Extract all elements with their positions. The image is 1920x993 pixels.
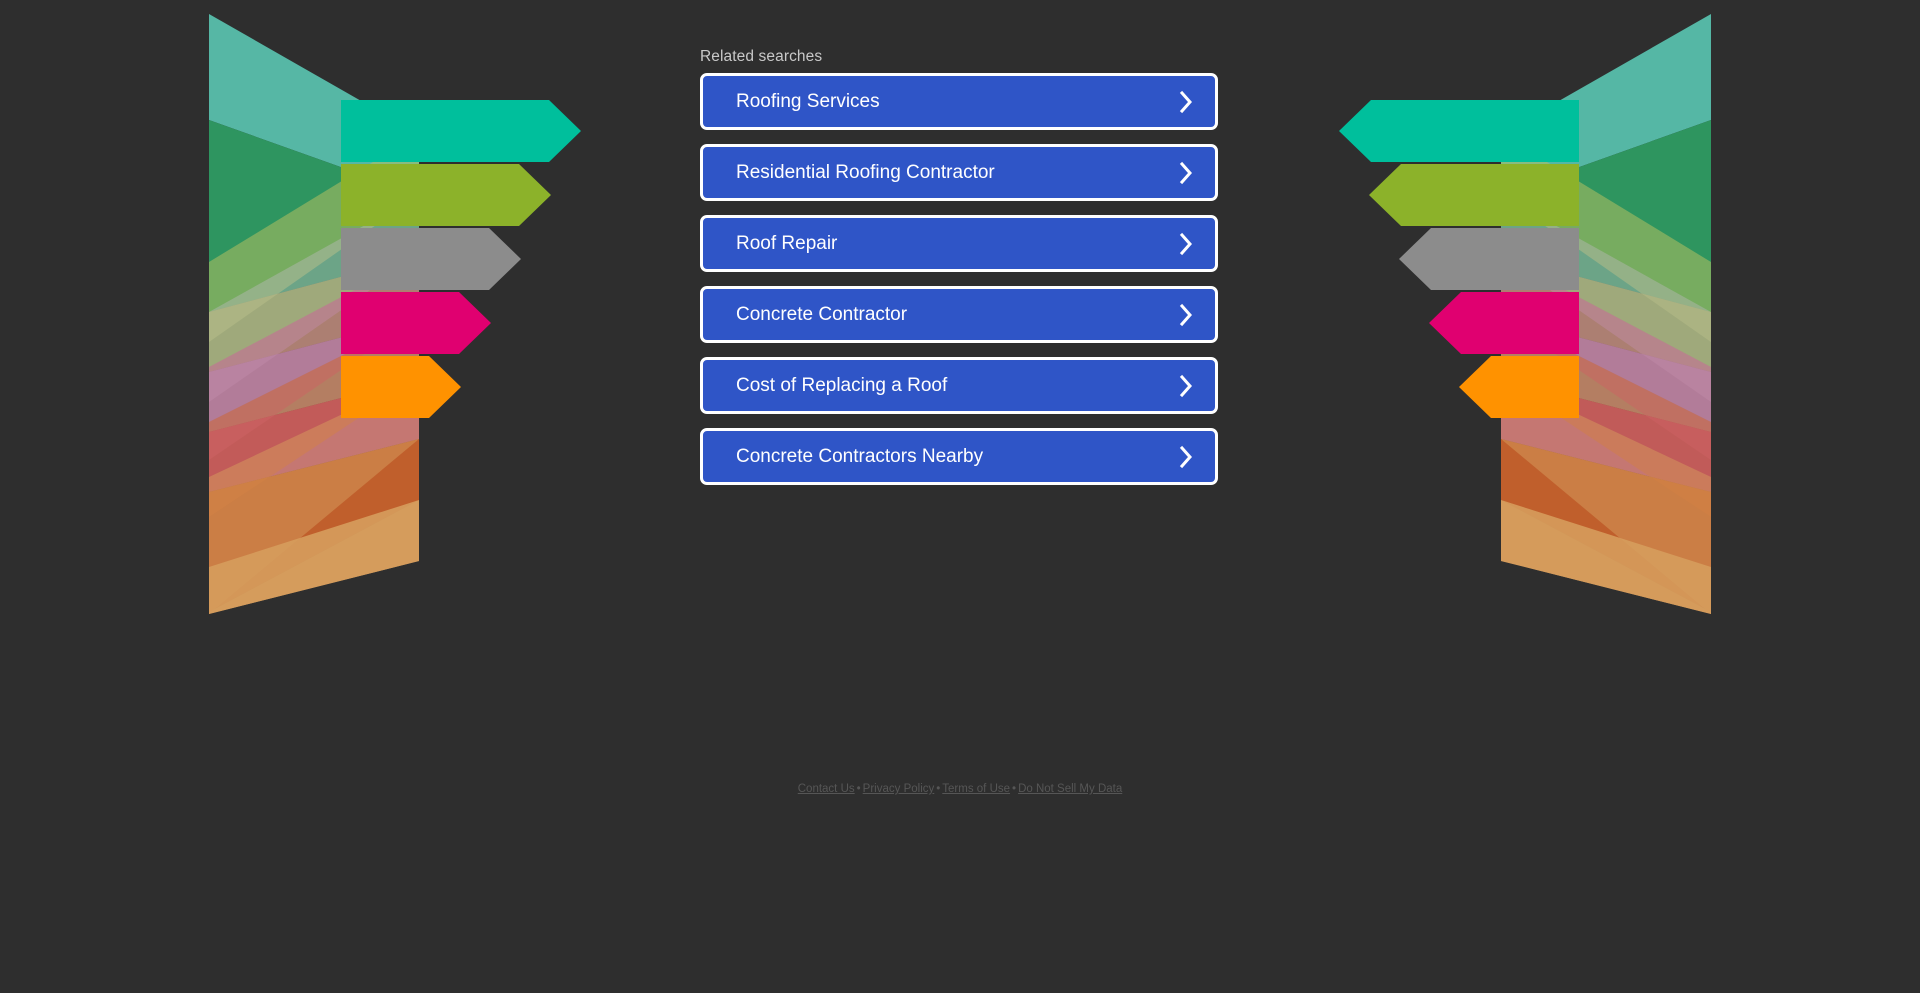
footer-link-privacy-policy[interactable]: Privacy Policy — [863, 783, 935, 795]
related-searches-panel: Related searches Roofing Services Reside… — [700, 48, 1220, 499]
funnel-graphic-left-svg — [209, 14, 581, 614]
footer-link-contact-us[interactable]: Contact Us — [798, 783, 855, 795]
related-search-label: Concrete Contractor — [736, 303, 908, 325]
footer-separator: • — [856, 783, 861, 795]
chevron-right-icon — [1177, 231, 1195, 257]
ribbon-pink-upper — [1501, 256, 1711, 460]
related-search-label: Residential Roofing Contractor — [736, 161, 995, 183]
arrow-gray — [341, 228, 521, 290]
arrow-group — [341, 100, 581, 418]
related-searches-label: Related searches — [700, 48, 823, 65]
ribbon-lime-upper — [1501, 134, 1711, 342]
related-search-item-2[interactable]: Residential Roofing Contractor — [700, 144, 1218, 201]
arrow-gray — [1399, 228, 1579, 290]
ribbon-peach — [209, 500, 419, 614]
funnel-graphic-right-svg — [1339, 14, 1711, 614]
ribbon-teal — [209, 14, 419, 195]
chevron-right-icon — [1177, 160, 1195, 186]
arrow-teal — [1339, 100, 1579, 162]
chevron-right-icon — [1177, 302, 1195, 328]
arrow-orange — [341, 356, 461, 418]
footer-separator: • — [1012, 783, 1017, 795]
arrow-group — [1339, 100, 1579, 418]
arrow-lime — [341, 164, 551, 226]
ribbon-orange-upper — [1501, 317, 1711, 517]
ribbon-pink — [209, 378, 419, 492]
funnel-graphic-right — [1171, 12, 1711, 614]
related-search-item-1[interactable]: Roofing Services — [700, 73, 1218, 130]
arrow-lime — [1369, 164, 1579, 226]
ribbon-lime — [209, 256, 419, 372]
ribbon-gray-upper — [1501, 195, 1711, 402]
ribbon-teal — [1501, 14, 1711, 195]
ribbon-peach-tail — [209, 500, 419, 614]
related-search-label: Roof Repair — [736, 232, 838, 254]
funnel-graphic-left — [209, 12, 749, 614]
related-search-item-6[interactable]: Concrete Contractors Nearby — [700, 428, 1218, 485]
arrow-pink — [1429, 292, 1579, 354]
related-search-label: Concrete Contractors Nearby — [736, 445, 984, 467]
ribbon-peach-upper — [209, 378, 419, 614]
ribbon-orange-upper — [209, 317, 419, 517]
ribbon-pink-upper — [209, 256, 419, 460]
related-search-label: Cost of Replacing a Roof — [736, 374, 948, 396]
arrow-orange — [1459, 356, 1579, 418]
footer: Contact Us • Privacy Policy • Terms of Use • D… — [0, 782, 1920, 797]
ribbon-pink — [1501, 378, 1711, 492]
ribbon-peach-upper — [1501, 378, 1711, 614]
ribbon-orange — [209, 439, 419, 612]
arrow-teal — [341, 100, 581, 162]
ribbon-green — [1501, 120, 1711, 312]
ribbon-lime — [1501, 256, 1711, 372]
ribbon-gray — [1501, 317, 1711, 432]
footer-link-do-not-sell-my-data[interactable]: Do Not Sell My Data — [1018, 783, 1122, 795]
related-search-item-5[interactable]: Cost of Replacing a Roof — [700, 357, 1218, 414]
ribbon-gray-upper — [209, 195, 419, 402]
ribbon-lime-upper — [209, 134, 419, 342]
ribbon-peach-tail — [1501, 500, 1711, 614]
chevron-right-icon — [1177, 444, 1195, 470]
related-search-item-4[interactable]: Concrete Contractor — [700, 286, 1218, 343]
ribbon-gray — [209, 317, 419, 432]
ribbon-peach — [1501, 500, 1711, 614]
related-search-item-3[interactable]: Roof Repair — [700, 215, 1218, 272]
arrow-pink — [341, 292, 491, 354]
related-search-label: Roofing Services — [736, 90, 880, 112]
footer-link-terms-of-use[interactable]: Terms of Use — [942, 783, 1010, 795]
ribbon-group — [1501, 14, 1711, 614]
ribbon-green — [209, 120, 419, 312]
ribbon-orange — [1501, 439, 1711, 612]
chevron-right-icon — [1177, 373, 1195, 399]
ribbon-group — [209, 14, 419, 614]
chevron-right-icon — [1177, 89, 1195, 115]
